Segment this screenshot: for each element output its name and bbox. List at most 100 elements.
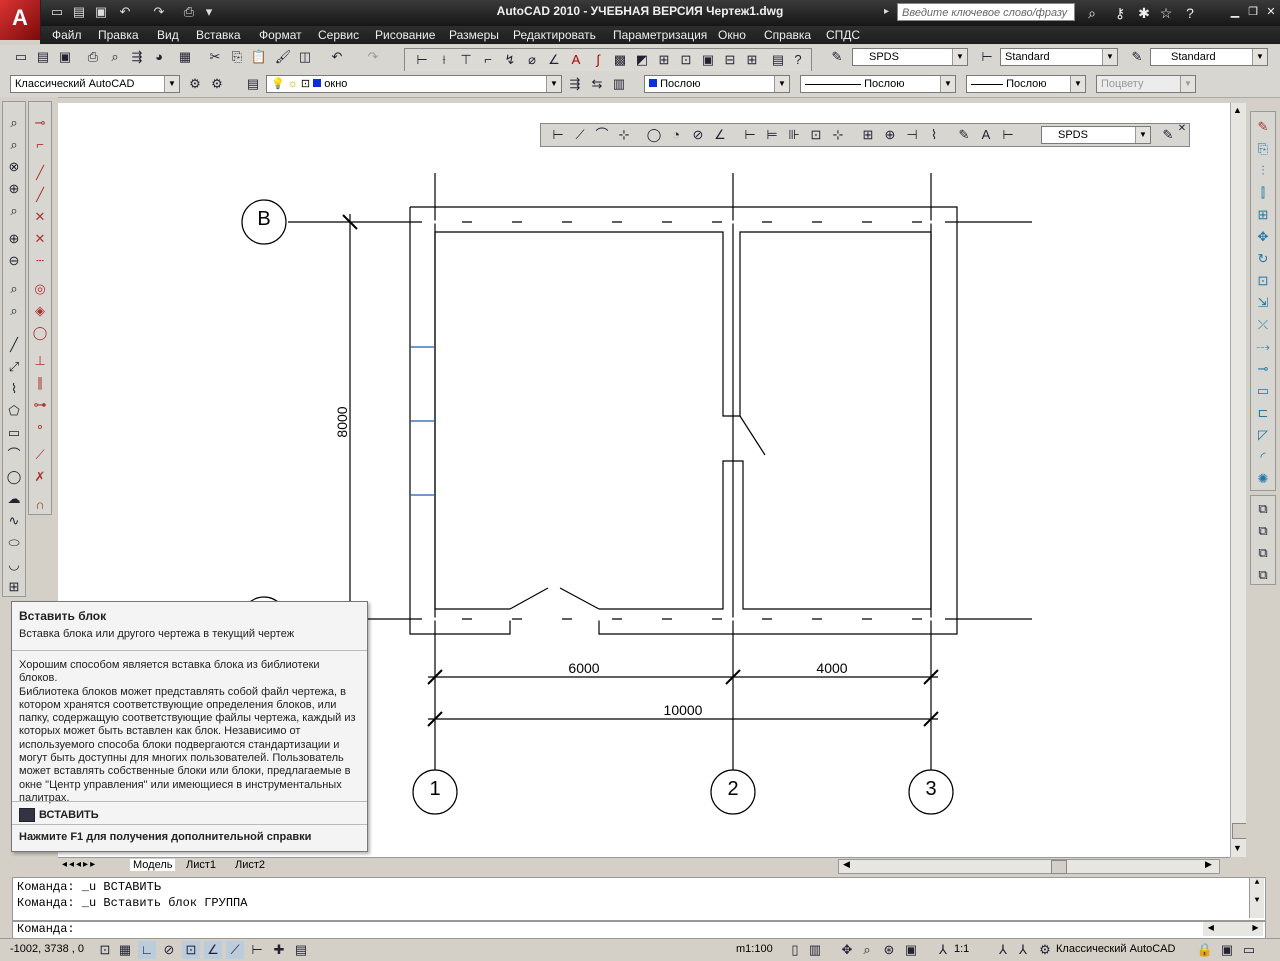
snap-nearest-icon[interactable]: ⟋ <box>31 446 49 464</box>
snap-center-icon[interactable]: ◎ <box>31 280 49 298</box>
plot-icon[interactable]: ⎙ <box>84 48 102 66</box>
object-snap-tracking-icon[interactable]: ∠ <box>204 941 222 959</box>
snap-from-icon[interactable]: ⌐ <box>31 136 49 154</box>
send-under-icon[interactable]: ⧉ <box>1254 566 1272 584</box>
xref-icon[interactable]: ⊟ <box>721 51 739 69</box>
linetype-select[interactable]: Послою ▼ <box>800 75 956 93</box>
join-icon[interactable]: ⊏ <box>1254 404 1272 422</box>
snap-midpoint-icon[interactable]: ╱ <box>31 186 49 204</box>
text-icon[interactable]: A <box>567 51 585 69</box>
zoom-window-icon[interactable]: ⌕ <box>5 136 23 154</box>
spds-update-icon[interactable]: ⊢ <box>999 126 1017 144</box>
open-icon[interactable]: ▤ <box>70 3 88 21</box>
new-icon[interactable]: ▭ <box>12 48 30 66</box>
spds-style-manager-icon[interactable]: ✎ <box>1159 126 1177 144</box>
zoom-extents-icon[interactable]: ⌕ <box>5 302 23 320</box>
menu-help[interactable]: Справка <box>764 28 811 42</box>
spds-dim-jogged-icon[interactable]: ◔ <box>667 126 685 144</box>
command-history[interactable]: Команда: _u ВСТАВИТЬ Команда: _u Вставит… <box>12 877 1266 921</box>
save-icon[interactable]: ▣ <box>56 48 74 66</box>
grid-mode-icon[interactable]: ▦ <box>116 941 134 959</box>
chevron-down-icon[interactable]: ▼ <box>940 76 955 92</box>
chevron-down-icon[interactable]: ▼ <box>774 76 789 92</box>
lineweight-select[interactable]: Послою ▼ <box>966 75 1086 93</box>
spds-center-mark-icon[interactable]: ⊕ <box>881 126 899 144</box>
grid-icon[interactable]: ⊞ <box>743 51 761 69</box>
snap-intersection-icon[interactable]: ✕ <box>31 208 49 226</box>
spds-jog-line-icon[interactable]: ⌇ <box>925 126 943 144</box>
bring-above-icon[interactable]: ⧉ <box>1254 544 1272 562</box>
save-icon[interactable]: ▣ <box>92 3 110 21</box>
gear-icon[interactable]: ⚙ <box>186 75 204 93</box>
scroll-down-icon[interactable]: ▼ <box>1233 843 1242 853</box>
chevron-down-icon[interactable]: ▼ <box>1180 76 1195 92</box>
chevron-down-icon[interactable]: ▼ <box>546 76 561 92</box>
dimension-jogged-icon[interactable]: ↯ <box>501 51 519 69</box>
spds-style-select[interactable]: SPDS ▼ <box>1041 126 1151 144</box>
color-select[interactable]: Послою ▼ <box>644 75 790 93</box>
block-editor-icon[interactable]: ◫ <box>296 48 314 66</box>
dimension-ordinate-icon[interactable]: ⊤ <box>457 51 475 69</box>
spline-icon[interactable]: ∫ <box>589 51 607 69</box>
copy-icon[interactable]: ⎘ <box>228 48 246 66</box>
zoom-center-icon[interactable]: ⌕ <box>5 202 23 220</box>
undo-icon[interactable]: ↶ <box>116 3 134 21</box>
redo-icon[interactable]: ↷ <box>150 3 168 21</box>
region-icon[interactable]: ◩ <box>633 51 651 69</box>
workspace-select[interactable]: Классический AutoCAD ▼ <box>10 75 180 93</box>
spds-quick-dim-icon[interactable]: ⊢ <box>741 126 759 144</box>
lock-icon[interactable]: 🔒 <box>1196 941 1214 959</box>
scroll-thumb[interactable] <box>1051 860 1067 874</box>
search-expand-icon[interactable]: ▸ <box>884 2 896 22</box>
menu-draw[interactable]: Рисование <box>375 28 435 42</box>
chamfer-icon[interactable]: ◸ <box>1254 426 1272 444</box>
publish-icon[interactable]: ⇶ <box>128 48 146 66</box>
polar-tracking-icon[interactable]: ⊘ <box>160 941 178 959</box>
spline-icon[interactable]: ∿ <box>5 512 23 530</box>
snap-quadrant-icon[interactable]: ◈ <box>31 302 49 320</box>
help-icon[interactable]: ? <box>1180 3 1200 23</box>
array-icon[interactable]: ⊞ <box>1254 206 1272 224</box>
command-line[interactable]: Команда: ◀ ▶ <box>12 921 1266 939</box>
zoom-icon[interactable]: ⌕ <box>858 941 876 959</box>
tab-nav-arrows-icon[interactable]: ◂◂◂▸▸ <box>62 859 97 870</box>
table-style-icon[interactable]: ✎ <box>1128 48 1146 66</box>
menu-tools[interactable]: Сервис <box>318 28 359 42</box>
zoom-dynamic-icon[interactable]: ⊗ <box>5 158 23 176</box>
steering-wheel-icon[interactable]: ⊛ <box>880 941 898 959</box>
spds-break-icon[interactable]: ⊹ <box>829 126 847 144</box>
spds-dim-diameter-icon[interactable]: ⊘ <box>689 126 707 144</box>
quick-properties-icon[interactable]: ▤ <box>292 941 310 959</box>
spds-baseline-icon[interactable]: ⊨ <box>763 126 781 144</box>
paste-icon[interactable]: 📋 <box>250 48 268 66</box>
snap-tangent-icon[interactable]: ◯ <box>31 324 49 342</box>
clean-screen-icon[interactable]: ▭ <box>1240 941 1258 959</box>
spds-space-icon[interactable]: ⊡ <box>807 126 825 144</box>
menu-dimension[interactable]: Размеры <box>449 28 499 42</box>
restore-icon[interactable]: ❐ <box>1246 5 1260 19</box>
snap-perpendicular-icon[interactable]: ⊥ <box>31 352 49 370</box>
pan-icon[interactable]: ✥ <box>838 941 856 959</box>
scroll-right-icon[interactable]: ▶ <box>1205 859 1212 870</box>
auto-scale-icon[interactable]: ⅄ <box>1014 941 1032 959</box>
help-icon[interactable]: ? <box>789 51 807 69</box>
zoom-in-icon[interactable]: ⊕ <box>5 230 23 248</box>
scroll-up-icon[interactable]: ▲ <box>1233 105 1242 115</box>
zoom-realtime-icon[interactable]: ⌕ <box>5 114 23 132</box>
key-icon[interactable]: ⚷ <box>1110 3 1130 23</box>
app-logo-icon[interactable]: A <box>0 0 41 40</box>
coordinates-readout[interactable]: -1002, 3738 , 0 <box>10 943 84 955</box>
3d-dwf-icon[interactable]: ◕ <box>150 48 168 66</box>
tray-settings-icon[interactable]: ▣ <box>1218 941 1236 959</box>
send-to-back-icon[interactable]: ⧉ <box>1254 522 1272 540</box>
workspace-settings-icon[interactable]: ⚙ <box>208 75 226 93</box>
spds-dim-arc-icon[interactable]: ⌒ <box>593 126 611 144</box>
arc-icon[interactable]: ⌒ <box>5 446 23 464</box>
spds-tolerance-icon[interactable]: ⊞ <box>859 126 877 144</box>
layer-previous-icon[interactable]: ⇆ <box>588 75 606 93</box>
open-icon[interactable]: ▤ <box>34 48 52 66</box>
line-icon[interactable]: ╱ <box>5 336 23 354</box>
snap-temp-icon[interactable]: ⊸ <box>31 114 49 132</box>
annotation-scale-icon[interactable]: ⅄ <box>934 941 952 959</box>
snap-extension-icon[interactable]: ┄ <box>31 252 49 270</box>
